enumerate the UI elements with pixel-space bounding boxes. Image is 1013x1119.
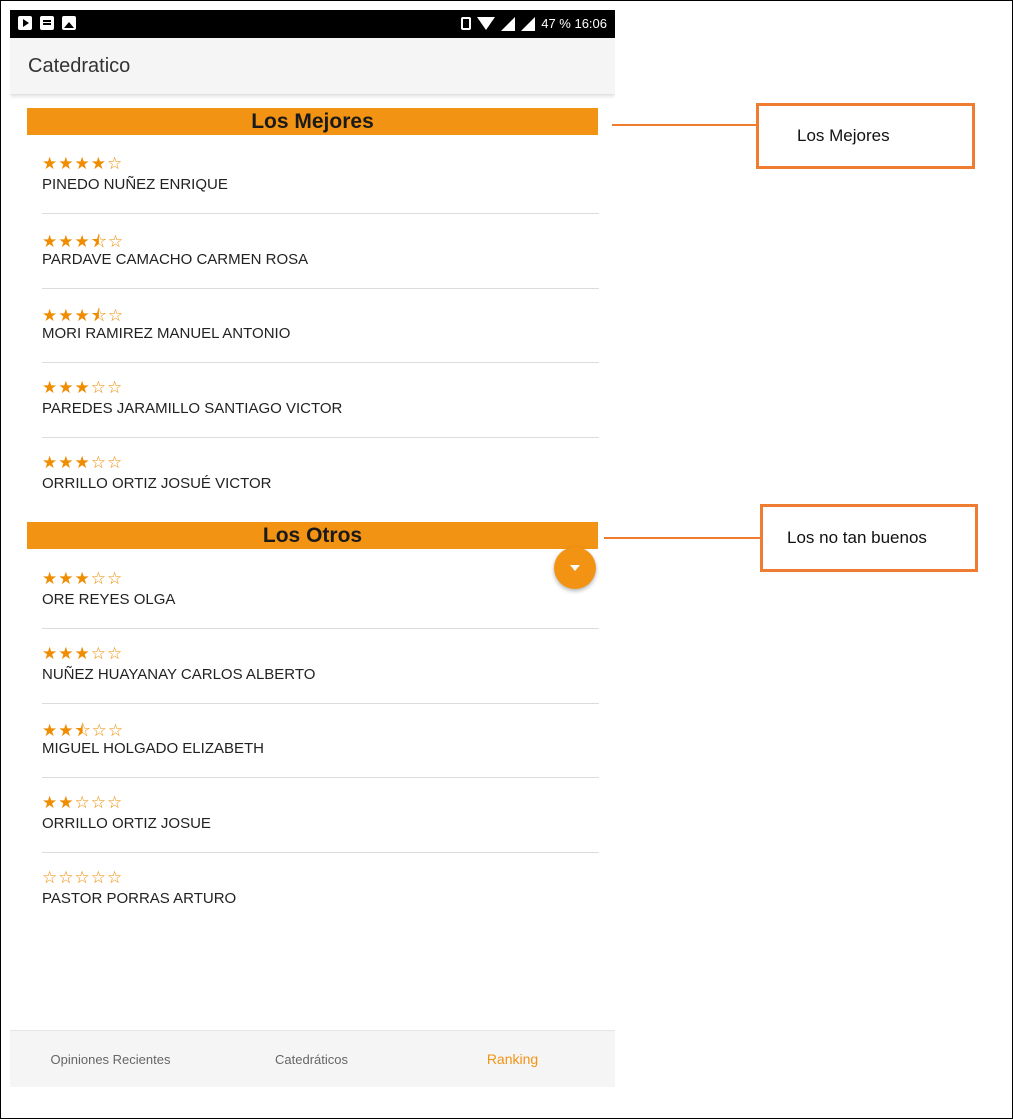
list-item[interactable]: ☆☆☆☆☆ PASTOR PORRAS ARTURO (42, 854, 599, 928)
professor-name: PARDAVE CAMACHO CARMEN ROSA (42, 251, 309, 268)
status-bar: 47 % 16:06 (10, 10, 615, 38)
professor-name: PAREDES JARAMILLO SANTIAGO VICTOR (42, 400, 343, 417)
professor-name: MIGUEL HOLGADO ELIZABETH (42, 740, 264, 757)
professor-name: PASTOR PORRAS ARTURO (42, 890, 237, 907)
list-item[interactable]: ★★⯪☆☆ MIGUEL HOLGADO ELIZABETH (42, 704, 599, 778)
section-header-los-otros: Los Otros (27, 522, 598, 549)
annotation-connector-line (604, 537, 762, 539)
star-rating: ★★★☆☆ (42, 569, 124, 588)
divider (42, 852, 599, 853)
professor-name: ORRILLO ORTIZ JOSUE (42, 815, 211, 832)
list-item[interactable]: ★★☆☆☆ ORRILLO ORTIZ JOSUE (42, 779, 599, 853)
signal-icon (521, 16, 536, 31)
star-rating: ★★★☆☆ (42, 453, 124, 472)
annotation-text: Los no tan buenos (787, 528, 927, 547)
star-rating: ★★★☆☆ (42, 644, 124, 663)
professor-name: PINEDO NUÑEZ ENRIQUE (42, 176, 228, 193)
page-title: Catedratico (28, 55, 131, 77)
app-bar: Catedratico (10, 38, 615, 94)
professor-name: ORE REYES OLGA (42, 591, 176, 608)
youtube-notification-icon (18, 16, 32, 30)
list-item[interactable]: ★★★☆☆ ORRILLO ORTIZ JOSUÉ VICTOR (42, 439, 599, 509)
list-item[interactable]: ★★★☆☆ ORE REYES OLGA (42, 555, 599, 629)
tab-ranking[interactable]: Ranking (412, 1031, 613, 1087)
list-item[interactable]: ★★★☆☆ PAREDES JARAMILLO SANTIAGO VICTOR (42, 364, 599, 438)
message-notification-icon (40, 16, 54, 30)
section-header-los-mejores: Los Mejores (27, 108, 598, 135)
list-item[interactable]: ★★★★☆ PINEDO NUÑEZ ENRIQUE (42, 140, 599, 214)
annotation-connector-line (612, 124, 758, 126)
signal-icon (501, 16, 516, 31)
professor-name: NUÑEZ HUAYANAY CARLOS ALBERTO (42, 666, 316, 683)
professor-name: MORI RAMIREZ MANUEL ANTONIO (42, 325, 291, 342)
professor-name: ORRILLO ORTIZ JOSUÉ VICTOR (42, 475, 272, 492)
divider (42, 362, 599, 363)
bottom-navigation: Opiniones Recientes Catedráticos Ranking (10, 1030, 615, 1087)
battery-time-text: 47 % 16:06 (541, 16, 607, 31)
divider (42, 628, 599, 629)
star-rating: ★★☆☆☆ (42, 793, 124, 812)
annotation-box-los-mejores: Los Mejores (756, 103, 975, 169)
list-item[interactable]: ★★★☆☆ NUÑEZ HUAYANAY CARLOS ALBERTO (42, 630, 599, 704)
list-item[interactable]: ★★★⯪☆ PARDAVE CAMACHO CARMEN ROSA (42, 215, 599, 289)
tab-catedraticos[interactable]: Catedráticos (211, 1031, 412, 1087)
divider (42, 777, 599, 778)
star-rating: ★★★☆☆ (42, 378, 124, 397)
divider (42, 437, 599, 438)
annotation-text: Los Mejores (797, 126, 890, 145)
list-item[interactable]: ★★★⯪☆ MORI RAMIREZ MANUEL ANTONIO (42, 289, 599, 363)
star-rating: ☆☆☆☆☆ (42, 868, 124, 887)
phone-screen: 47 % 16:06 Catedratico Los Mejores ★★★★☆… (10, 10, 615, 1087)
annotation-box-los-no-tan-buenos: Los no tan buenos (760, 504, 978, 572)
wifi-icon (477, 17, 496, 30)
divider (42, 213, 599, 214)
image-notification-icon (62, 16, 76, 30)
tab-opiniones-recientes[interactable]: Opiniones Recientes (10, 1031, 211, 1087)
vibrate-icon (461, 17, 472, 30)
star-rating: ★★★★☆ (42, 154, 124, 173)
